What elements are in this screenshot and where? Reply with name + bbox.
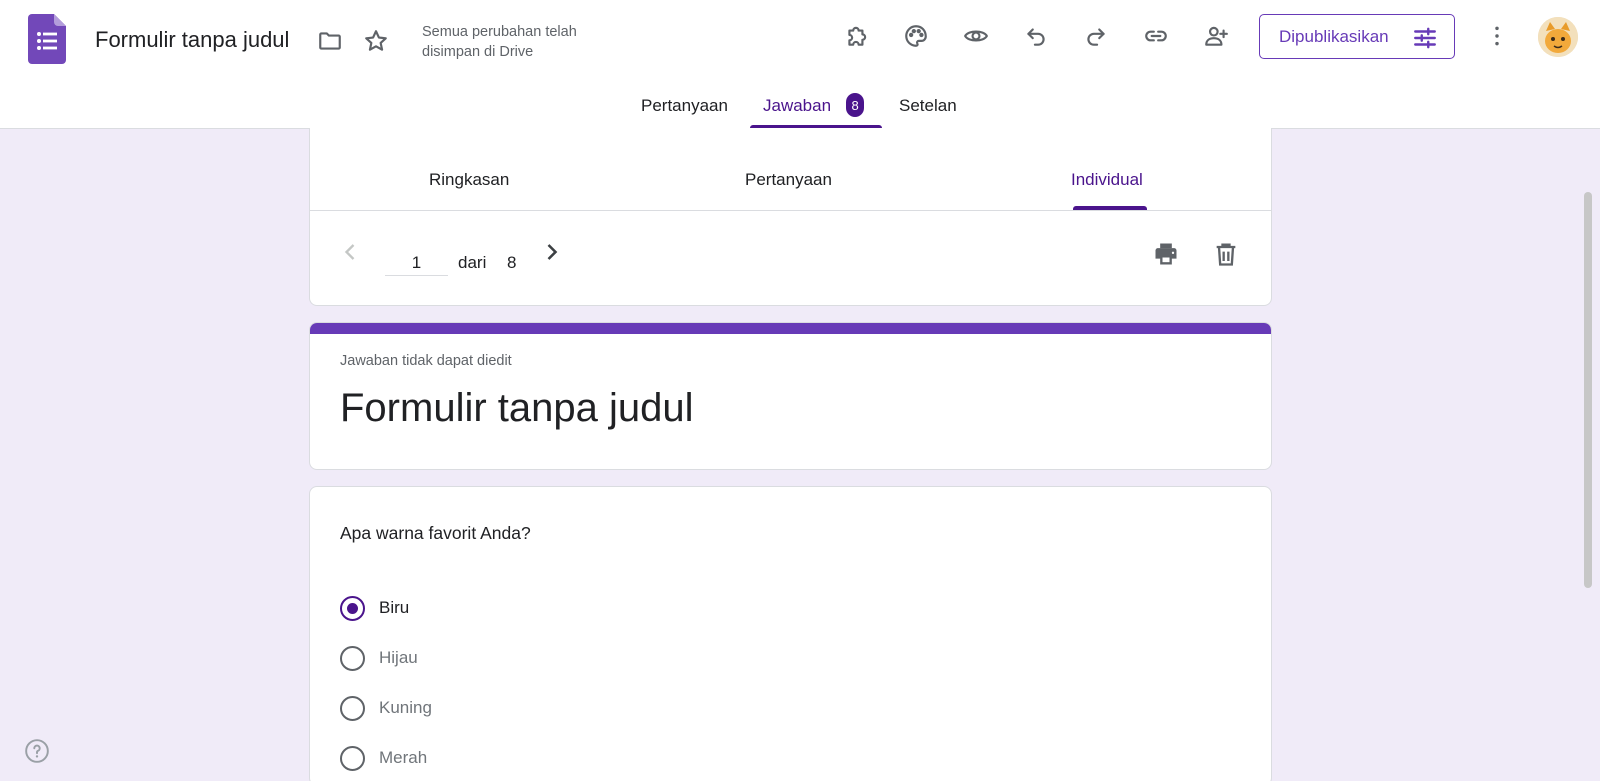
title-accent-bar bbox=[310, 323, 1271, 334]
option-label: Biru bbox=[379, 598, 410, 617]
option-label: Kuning bbox=[379, 698, 432, 717]
tab-responses-label: Jawaban bbox=[763, 96, 832, 115]
publish-label: Dipublikasikan bbox=[1279, 26, 1389, 46]
page-scrollbar[interactable] bbox=[1584, 192, 1592, 588]
sub-tabs: Ringkasan Pertanyaan Individual bbox=[310, 128, 1271, 211]
more-vert-icon[interactable] bbox=[1481, 20, 1513, 52]
preview-eye-icon[interactable] bbox=[960, 20, 992, 52]
response-pager: dari 8 bbox=[310, 212, 1271, 305]
print-icon[interactable] bbox=[1152, 240, 1180, 268]
palette-icon[interactable] bbox=[900, 20, 932, 52]
responses-nav-card: Ringkasan Pertanyaan Individual dari 8 bbox=[309, 128, 1272, 306]
tab-settings[interactable]: Setelan bbox=[899, 86, 957, 128]
radio-checked-icon bbox=[340, 595, 365, 621]
form-title: Formulir tanpa judul bbox=[340, 386, 694, 430]
help-icon[interactable] bbox=[24, 738, 50, 764]
top-bar: Formulir tanpa judul Semua perubahan tel… bbox=[0, 0, 1600, 129]
option-biru: Biru bbox=[340, 594, 409, 622]
publish-button[interactable]: Dipublikasikan bbox=[1259, 14, 1455, 59]
chevron-right-icon[interactable] bbox=[538, 238, 566, 266]
question-card: Apa warna favorit Anda? Biru Hijau Kunin… bbox=[309, 486, 1272, 781]
delete-icon[interactable] bbox=[1212, 240, 1240, 268]
radio-unchecked-icon bbox=[340, 695, 365, 721]
subtab-question[interactable]: Pertanyaan bbox=[745, 170, 832, 190]
undo-icon[interactable] bbox=[1020, 20, 1052, 52]
main-tabs: Pertanyaan Jawaban 8 Setelan bbox=[0, 86, 1600, 128]
option-merah: Merah bbox=[340, 744, 427, 772]
account-avatar[interactable] bbox=[1538, 17, 1578, 57]
forms-logo-icon[interactable] bbox=[28, 14, 66, 64]
folder-icon[interactable] bbox=[314, 25, 346, 57]
save-status: Semua perubahan telah disimpan di Drive bbox=[422, 24, 577, 60]
readonly-note: Jawaban tidak dapat diedit bbox=[340, 353, 512, 369]
subtab-indicator bbox=[1073, 206, 1147, 210]
subtab-individual[interactable]: Individual bbox=[1071, 170, 1143, 190]
publish-settings-icon bbox=[1414, 27, 1436, 49]
question-text: Apa warna favorit Anda? bbox=[340, 523, 531, 543]
chevron-left-icon[interactable] bbox=[336, 238, 364, 266]
option-label: Hijau bbox=[379, 648, 418, 667]
addon-icon[interactable] bbox=[841, 20, 873, 52]
document-title[interactable]: Formulir tanpa judul bbox=[95, 27, 289, 53]
tab-questions[interactable]: Pertanyaan bbox=[641, 86, 728, 128]
page-number-input[interactable] bbox=[385, 244, 448, 276]
add-collaborator-icon[interactable] bbox=[1200, 20, 1232, 52]
redo-icon[interactable] bbox=[1080, 20, 1112, 52]
tab-responses[interactable]: Jawaban 8 bbox=[763, 86, 865, 128]
subtab-summary[interactable]: Ringkasan bbox=[429, 170, 509, 190]
radio-unchecked-icon bbox=[340, 745, 365, 771]
radio-unchecked-icon bbox=[340, 645, 365, 671]
star-icon[interactable] bbox=[360, 25, 392, 57]
link-icon[interactable] bbox=[1140, 20, 1172, 52]
form-title-card: Jawaban tidak dapat diedit Formulir tanp… bbox=[309, 322, 1272, 470]
of-label: dari bbox=[458, 253, 487, 272]
total-responses: 8 bbox=[507, 253, 517, 272]
responses-count-badge: 8 bbox=[846, 93, 865, 117]
option-kuning: Kuning bbox=[340, 694, 432, 722]
option-hijau: Hijau bbox=[340, 644, 418, 672]
option-label: Merah bbox=[379, 748, 428, 767]
